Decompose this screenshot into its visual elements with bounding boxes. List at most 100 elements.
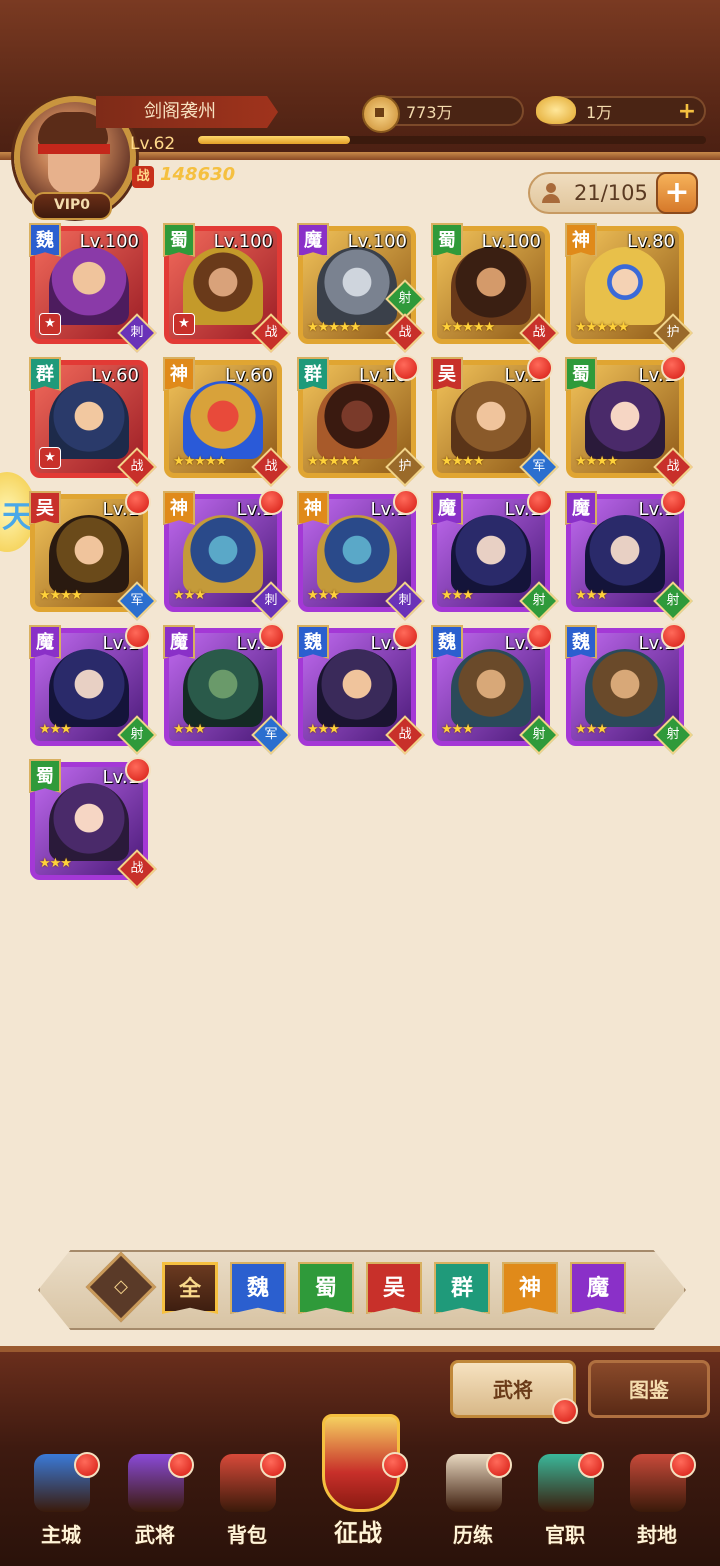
hero-card[interactable]: 蜀 Lv.100 ★ 战: [163, 223, 291, 353]
notification-dot: [393, 355, 419, 381]
star-rating: ★★★★★: [307, 320, 361, 335]
nav-main-city[interactable]: 主城: [18, 1440, 104, 1560]
role-label: 军: [130, 593, 144, 608]
nav-label: 历练: [453, 1523, 493, 1547]
vip-badge[interactable]: VIP0: [32, 192, 112, 220]
hero-card[interactable]: 魏 Lv.1 ★★★ 战: [297, 623, 425, 755]
nav-office[interactable]: 官职: [522, 1440, 608, 1560]
star-rating: ★★★: [575, 588, 608, 603]
hero-card[interactable]: 群 Lv.60 ★ 战: [29, 357, 157, 487]
star-rating: ★★★: [173, 588, 206, 603]
notification-dot: [259, 623, 285, 649]
faction-banner: 蜀: [431, 223, 463, 257]
hero-card[interactable]: 魏 Lv.100 ★ 刺: [29, 223, 157, 353]
nav-fief[interactable]: 封地: [614, 1440, 700, 1560]
nav-heroes[interactable]: 武将: [112, 1440, 198, 1560]
role-label: 战: [264, 325, 278, 340]
add-gold-button[interactable]: +: [676, 101, 698, 123]
notification-dot: [661, 489, 687, 515]
hero-card[interactable]: 神 Lv.1 ★★★ 刺: [297, 489, 425, 621]
copper-display[interactable]: 773万: [362, 95, 524, 133]
faction-banner: 蜀: [565, 357, 597, 391]
nav-training[interactable]: 历练: [430, 1440, 516, 1560]
hero-card[interactable]: 神 Lv.1 ★★★ 刺: [163, 489, 291, 621]
hero-portrait: [183, 515, 263, 593]
nav-label: 封地: [637, 1523, 677, 1547]
hero-card[interactable]: 魔 Lv.1 ★★★ 射: [565, 489, 693, 621]
nav-bag[interactable]: 背包: [204, 1440, 290, 1560]
notification-dot: [527, 489, 553, 515]
star-rating: ★★★: [441, 588, 474, 603]
star-rating: ★★★: [39, 856, 72, 871]
nav-label: 背包: [227, 1523, 267, 1547]
hero-card[interactable]: 群 Lv.10 ★★★★★ 护: [297, 355, 425, 487]
filter-tab[interactable]: 神: [502, 1262, 558, 1314]
hero-portrait: [183, 649, 263, 727]
hero-portrait: [451, 381, 531, 459]
notification-dot: [552, 1398, 578, 1424]
copper-amount: 773万: [406, 103, 453, 122]
hero-portrait: [317, 649, 397, 727]
faction-banner: 群: [29, 357, 61, 391]
expand-capacity-button[interactable]: +: [656, 172, 698, 214]
faction-banner: 魔: [565, 491, 597, 525]
tab-codex[interactable]: 图鉴: [588, 1360, 710, 1418]
hero-card[interactable]: 蜀 Lv.1 ★★★ 战: [29, 757, 157, 889]
hero-card[interactable]: 蜀 Lv.1 ★★★★ 战: [565, 355, 693, 487]
xp-bar-fill: [198, 136, 351, 144]
role-label: 护: [398, 459, 412, 474]
star-badge-icon: ★: [173, 313, 195, 335]
nav-campaign[interactable]: 征战: [304, 1414, 412, 1560]
star-rating: ★★★: [575, 722, 608, 737]
faction-banner: 蜀: [163, 223, 195, 257]
hero-card[interactable]: 魔 Lv.1 ★★★ 射: [431, 489, 559, 621]
filter-tab[interactable]: 魏: [230, 1262, 286, 1314]
faction-banner: 魔: [163, 625, 195, 659]
faction-banner: 蜀: [29, 759, 61, 793]
hero-portrait: [451, 649, 531, 727]
gold-display[interactable]: 1万 +: [536, 96, 706, 126]
hero-card[interactable]: 神 Lv.60 ★★★★★ 战: [163, 357, 291, 487]
hero-card[interactable]: 蜀 Lv.100 ★★★★★ 战: [431, 223, 559, 353]
notification-dot: [259, 489, 285, 515]
notification-dot: [125, 757, 151, 783]
hero-card[interactable]: 神 Lv.80 ★★★★★ 护: [565, 223, 693, 353]
hero-portrait: [49, 381, 129, 459]
hero-card[interactable]: 魔 Lv.1 ★★★ 军: [163, 623, 291, 755]
role-label: 战: [264, 459, 278, 474]
faction-banner: 魏: [565, 625, 597, 659]
role-label: 射: [532, 593, 546, 608]
filter-tab[interactable]: 吴: [366, 1262, 422, 1314]
hero-card[interactable]: 吴 Lv.1 ★★★★ 军: [431, 355, 559, 487]
nav-label: 征战: [334, 1519, 382, 1547]
star-badge-icon: ★: [39, 313, 61, 335]
hero-portrait: [49, 515, 129, 593]
notification-dot: [527, 355, 553, 381]
notification-dot: [125, 623, 151, 649]
faction-banner: 神: [297, 491, 329, 525]
filter-tab[interactable]: 群: [434, 1262, 490, 1314]
filter-tab[interactable]: 全: [162, 1262, 218, 1314]
xp-bar: [198, 136, 706, 144]
role-label: 战: [130, 861, 144, 876]
faction-banner: 魏: [29, 223, 61, 257]
hero-card[interactable]: 魔 Lv.100 ★★★★★ 射战: [297, 223, 425, 353]
notification-dot: [527, 623, 553, 649]
hero-card[interactable]: 魔 Lv.1 ★★★ 射: [29, 623, 157, 755]
star-rating: ★★★: [39, 722, 72, 737]
filter-tab[interactable]: 魔: [570, 1262, 626, 1314]
nav-label: 武将: [135, 1523, 175, 1547]
hero-card[interactable]: 魏 Lv.1 ★★★ 射: [431, 623, 559, 755]
faction-banner: 魔: [297, 223, 329, 257]
capacity-count: 21/105: [574, 181, 648, 205]
filter-tab[interactable]: 蜀: [298, 1262, 354, 1314]
notification-dot: [260, 1452, 286, 1478]
hero-card[interactable]: 吴 Lv.1 ★★★★ 军: [29, 489, 157, 621]
hero-portrait: [49, 247, 129, 325]
notification-dot: [670, 1452, 696, 1478]
notification-dot: [393, 489, 419, 515]
role-label: 护: [666, 325, 680, 340]
hero-portrait: [183, 381, 263, 459]
hero-portrait: [585, 649, 665, 727]
hero-card[interactable]: 魏 Lv.1 ★★★ 射: [565, 623, 693, 755]
